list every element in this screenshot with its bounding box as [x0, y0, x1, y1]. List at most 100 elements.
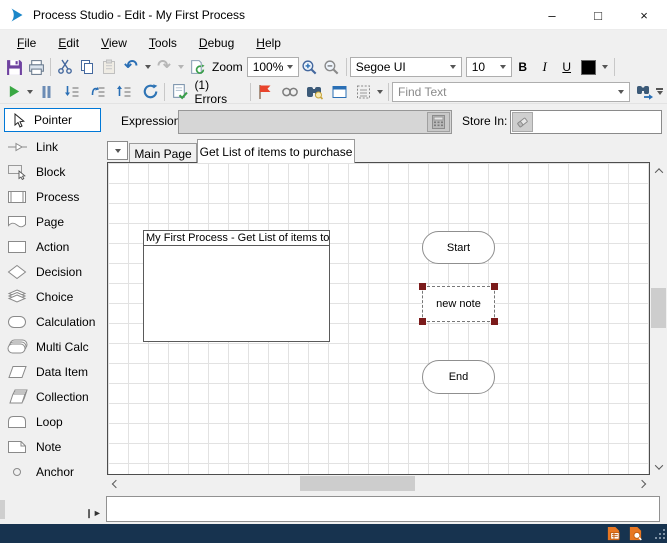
redo-dropdown[interactable]	[175, 56, 186, 78]
store-in-input[interactable]	[510, 110, 662, 134]
close-button[interactable]: ×	[621, 0, 667, 30]
scroll-down-button[interactable]	[650, 458, 667, 475]
menu-view[interactable]: View	[90, 33, 138, 53]
tool-multi-calc[interactable]: Multi Calc	[0, 334, 104, 359]
debug-toolbar: (1) Errors	[0, 80, 667, 104]
print-button[interactable]	[25, 56, 47, 78]
scroll-right-button[interactable]	[633, 475, 650, 492]
play-button[interactable]	[3, 81, 25, 103]
refresh-page-button[interactable]	[186, 56, 208, 78]
validate-button[interactable]	[168, 81, 190, 103]
zoom-select[interactable]: 100%	[247, 57, 299, 77]
font-color-button[interactable]	[578, 56, 600, 78]
pause-button[interactable]	[35, 81, 57, 103]
vertical-scroll-thumb[interactable]	[651, 288, 666, 328]
note-label: new note	[436, 298, 481, 310]
find-text-input[interactable]: Find Text	[392, 82, 630, 102]
paste-button[interactable]	[98, 56, 120, 78]
search-process-button[interactable]	[304, 81, 326, 103]
zoom-in-button[interactable]	[299, 56, 321, 78]
undo-button[interactable]: ↶	[120, 56, 142, 78]
maximize-button[interactable]: □	[575, 0, 621, 30]
link-rings-icon	[281, 85, 299, 99]
resize-handle-top-right[interactable]	[491, 283, 498, 290]
resize-handle-bottom-left[interactable]	[419, 318, 426, 325]
snap-dropdown[interactable]	[375, 81, 385, 103]
tool-calculation[interactable]: Calculation	[0, 309, 104, 334]
tool-loop[interactable]: Loop	[0, 409, 104, 434]
process-info-box[interactable]: My First Process - Get List of items to …	[143, 230, 330, 342]
tool-decision[interactable]: Decision	[0, 259, 104, 284]
scroll-up-button[interactable]	[650, 162, 667, 179]
save-button[interactable]	[3, 56, 25, 78]
tool-page[interactable]: Page	[0, 209, 104, 234]
menu-edit[interactable]: Edit	[47, 33, 90, 53]
scroll-left-button[interactable]	[107, 475, 124, 492]
splitter-grip[interactable]	[0, 500, 5, 519]
find-next-icon	[636, 84, 654, 100]
expression-builder-button[interactable]	[427, 112, 450, 132]
cut-button[interactable]	[54, 56, 76, 78]
redo-button[interactable]: ↷	[153, 56, 175, 78]
separator	[164, 83, 165, 101]
reset-button[interactable]	[139, 81, 161, 103]
resize-handle-bottom-right[interactable]	[491, 318, 498, 325]
menu-file[interactable]: File	[6, 33, 47, 53]
vertical-scrollbar[interactable]	[650, 162, 667, 475]
tab-get-list-of-items[interactable]: Get List of items to purchase	[197, 139, 355, 163]
resize-handle-top-left[interactable]	[419, 283, 426, 290]
tool-action[interactable]: Action	[0, 234, 104, 259]
font-size-select[interactable]: 10	[466, 57, 512, 77]
find-next-button[interactable]	[634, 81, 656, 103]
store-in-picker-button[interactable]	[512, 112, 533, 132]
process-search-icon[interactable]	[628, 526, 643, 541]
copy-button[interactable]	[76, 56, 98, 78]
print-icon	[28, 59, 45, 76]
tool-anchor[interactable]: Anchor	[0, 459, 104, 484]
menu-tools[interactable]: Tools	[138, 33, 188, 53]
toolbox-expand-button[interactable]: ❙►	[86, 507, 101, 520]
bold-button[interactable]: B	[512, 56, 534, 78]
page-list-dropdown-button[interactable]	[107, 141, 128, 160]
undo-dropdown[interactable]	[142, 56, 153, 78]
note-element-selected[interactable]: new note	[422, 286, 495, 322]
font-color-swatch	[581, 60, 596, 75]
underline-button[interactable]: U	[556, 56, 578, 78]
store-in-label: Store In:	[462, 114, 507, 128]
horizontal-scrollbar[interactable]	[107, 475, 650, 492]
toolbar-overflow-button[interactable]	[656, 88, 663, 95]
process-document-icon[interactable]	[606, 526, 621, 541]
tool-data-item[interactable]: Data Item	[0, 359, 104, 384]
show-links-button[interactable]	[279, 81, 301, 103]
italic-button[interactable]: I	[534, 56, 556, 78]
process-canvas[interactable]: My First Process - Get List of items to …	[107, 162, 650, 475]
step-out-button[interactable]	[113, 81, 135, 103]
minimize-button[interactable]: –	[529, 0, 575, 30]
tool-note[interactable]: Note	[0, 434, 104, 459]
tool-process[interactable]: Process	[0, 184, 104, 209]
expression-input[interactable]	[178, 110, 452, 134]
zoom-out-button[interactable]	[321, 56, 343, 78]
tool-link[interactable]: Link	[0, 134, 104, 159]
tab-main-page[interactable]: Main Page	[129, 143, 197, 163]
tool-block[interactable]: Block	[0, 159, 104, 184]
full-view-button[interactable]	[329, 81, 351, 103]
tool-choice[interactable]: Choice	[0, 284, 104, 309]
resize-grip[interactable]	[653, 527, 666, 540]
tool-collection[interactable]: Collection	[0, 384, 104, 409]
play-dropdown[interactable]	[25, 81, 35, 103]
tool-pointer-selected[interactable]: Pointer	[4, 108, 101, 132]
refresh-page-icon	[189, 59, 206, 76]
horizontal-scroll-thumb[interactable]	[300, 476, 415, 491]
font-select[interactable]: Segoe UI	[350, 57, 462, 77]
step-over-button[interactable]	[87, 81, 109, 103]
menu-debug[interactable]: Debug	[188, 33, 245, 53]
step-into-button[interactable]	[61, 81, 83, 103]
font-color-dropdown[interactable]	[600, 56, 611, 78]
end-node[interactable]: End	[422, 360, 495, 394]
start-node[interactable]: Start	[422, 231, 495, 264]
snap-to-grid-button[interactable]	[353, 81, 375, 103]
menu-help[interactable]: Help	[245, 33, 292, 53]
breakpoint-flag-button[interactable]	[254, 81, 276, 103]
errors-count-label[interactable]: (1) Errors	[190, 78, 246, 106]
